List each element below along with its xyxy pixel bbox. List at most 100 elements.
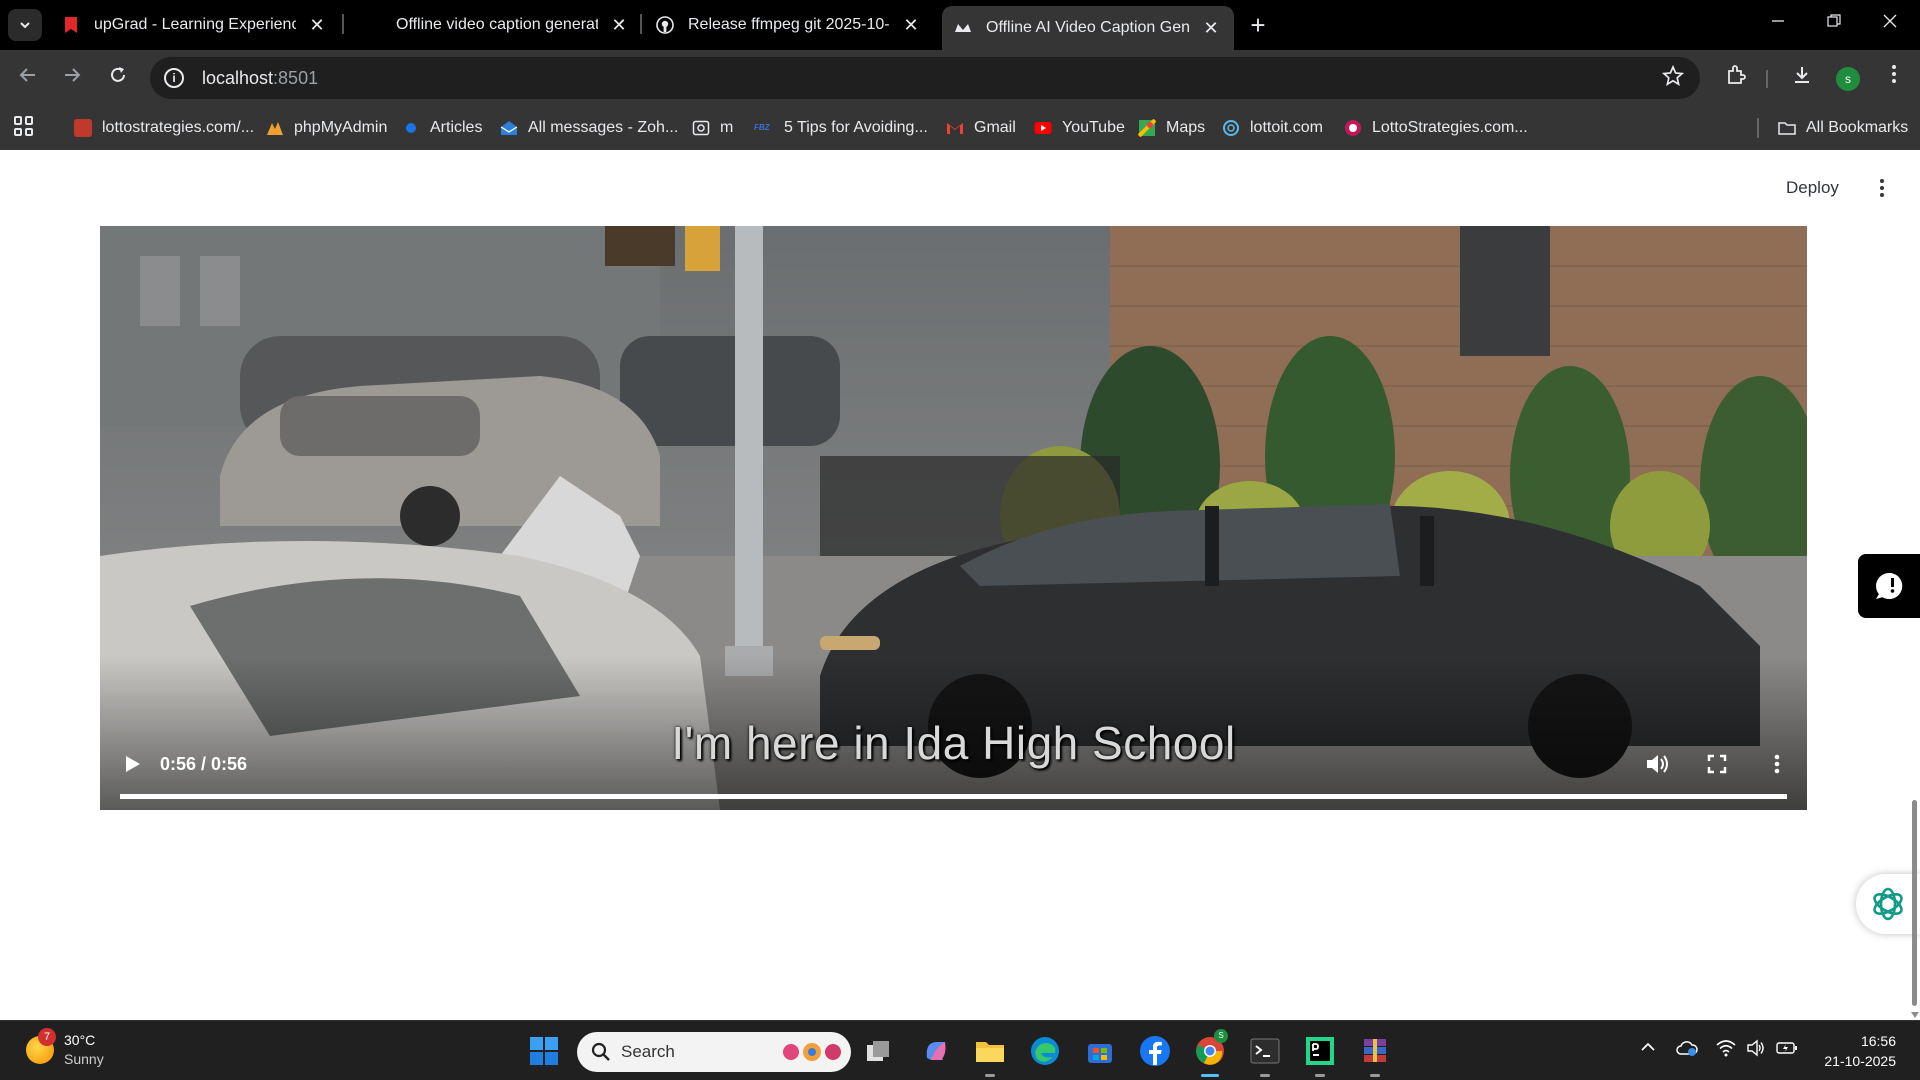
bookmark-star-icon[interactable]	[1661, 64, 1685, 93]
bookmark-label: All messages - Zoh...	[528, 119, 679, 136]
bookmark-m[interactable]: m	[692, 117, 733, 139]
bookmark-phpmyadmin[interactable]: phpMyAdmin	[266, 117, 387, 139]
blank-icon	[364, 16, 382, 34]
tab-upgrad[interactable]: upGrad - Learning Experience P ✕	[50, 6, 340, 44]
volume-tray-icon[interactable]	[1746, 1039, 1766, 1062]
close-tab-icon[interactable]: ✕	[306, 15, 328, 36]
bookmark-label: Articles	[430, 119, 483, 136]
windows-start-button[interactable]	[526, 1033, 562, 1069]
weather-temperature: 30°C	[64, 1032, 96, 1048]
scrollbar-thumb[interactable]	[1912, 800, 1917, 1006]
facebook-icon[interactable]	[1137, 1033, 1173, 1069]
back-button[interactable]	[14, 64, 42, 92]
app-menu-icon[interactable]	[1872, 176, 1892, 200]
system-clock[interactable]: 16:56 21-10-2025	[1824, 1031, 1896, 1071]
deploy-button[interactable]: Deploy	[1786, 178, 1839, 198]
tab-offline-caption[interactable]: Offline video caption generator ✕	[352, 6, 642, 44]
bookmark-label: LottoStrategies.com...	[1372, 119, 1528, 136]
page-scrollbar[interactable]	[1910, 150, 1920, 1020]
video-caption: I'm here in Ida High School	[671, 717, 1236, 769]
file-explorer-icon[interactable]	[972, 1033, 1008, 1077]
fbz-icon: FBZ	[754, 123, 770, 132]
running-indicator	[1260, 1074, 1270, 1077]
close-tab-icon[interactable]: ✕	[900, 15, 922, 36]
bookmark-label: Gmail	[974, 119, 1016, 136]
search-icon	[591, 1042, 610, 1061]
video-progress-fill	[120, 794, 1787, 799]
video-time: 0:56 / 0:56	[160, 754, 248, 774]
minimize-icon[interactable]	[1758, 12, 1798, 33]
running-indicator	[1315, 1074, 1325, 1077]
show-hidden-icons-chevron-icon[interactable]	[1640, 1039, 1656, 1060]
bookmark-label: lottostrategies.com/...	[102, 119, 255, 136]
terminal-icon[interactable]	[1247, 1033, 1283, 1077]
bookmark-gmail[interactable]: Gmail	[946, 117, 1016, 139]
upgrad-icon	[65, 17, 77, 33]
onedrive-sync-icon[interactable]	[1676, 1039, 1698, 1062]
chrome-icon[interactable]: S	[1192, 1029, 1228, 1077]
close-tab-icon[interactable]: ✕	[608, 15, 630, 36]
site-info-icon[interactable]: i	[164, 68, 184, 88]
video-progress-bar[interactable]	[120, 794, 1787, 799]
streamlit-page: Deploy I'm here in Ida High School 0:56 …	[0, 150, 1920, 1020]
url-text[interactable]: localhost:8501	[202, 68, 318, 89]
wifi-icon[interactable]	[1716, 1039, 1736, 1062]
bookmark-label: Maps	[1166, 119, 1206, 136]
browser-menu-icon[interactable]	[1880, 64, 1908, 92]
pycharm-icon[interactable]	[1302, 1033, 1338, 1077]
fullscreen-icon[interactable]	[1703, 750, 1731, 778]
folder-icon	[1778, 122, 1796, 135]
lottoit-icon	[1223, 120, 1239, 136]
browser-toolbar: i localhost:8501 s	[0, 50, 1920, 106]
extensions-icon[interactable]	[1722, 64, 1750, 92]
tab-offline-ai-caption[interactable]: Offline AI Video Caption Genera ✕	[942, 6, 1234, 50]
url-port: :8501	[273, 67, 319, 88]
new-tab-button[interactable]: +	[1244, 10, 1272, 40]
battery-icon[interactable]	[1776, 1039, 1798, 1062]
maps-icon	[1138, 119, 1156, 137]
bookmark-5-tips[interactable]: FBZ 5 Tips for Avoiding...	[754, 117, 928, 139]
lottostrategies-icon	[74, 119, 92, 137]
bookmark-maps[interactable]: Maps	[1138, 117, 1205, 139]
taskbar-search[interactable]: Search	[577, 1032, 851, 1072]
forward-button[interactable]	[58, 64, 86, 92]
weather-widget[interactable]: 7 30°C Sunny	[26, 1028, 104, 1069]
play-icon[interactable]	[120, 752, 144, 776]
sunny-weather-icon: 7	[26, 1028, 56, 1064]
screen-capture-icon	[692, 120, 710, 136]
reload-button[interactable]	[104, 64, 132, 92]
restore-icon[interactable]	[1814, 12, 1854, 33]
toolbar-divider	[1766, 70, 1768, 88]
active-app-indicator	[1201, 1074, 1219, 1077]
bookmark-label: All Bookmarks	[1806, 119, 1909, 136]
close-window-icon[interactable]	[1870, 12, 1910, 33]
volume-icon[interactable]	[1643, 750, 1671, 778]
winrar-icon[interactable]	[1357, 1033, 1393, 1077]
tab-search-button[interactable]	[8, 9, 42, 41]
bookmark-youtube[interactable]: YouTube	[1034, 117, 1125, 139]
edge-icon[interactable]	[1027, 1033, 1063, 1069]
bookmark-lottostrategies[interactable]: lottostrategies.com/...	[74, 117, 254, 139]
close-tab-icon[interactable]: ✕	[1200, 18, 1222, 39]
bookmark-lottoit[interactable]: lottoit.com	[1222, 117, 1323, 139]
scroll-down-arrow-icon[interactable]	[1911, 1012, 1919, 1018]
bookmark-lottostrategies-2[interactable]: LottoStrategies.com...	[1344, 117, 1528, 139]
video-player[interactable]: I'm here in Ida High School 0:56 / 0:56	[100, 226, 1807, 810]
copilot-icon[interactable]	[918, 1033, 954, 1069]
url-host: localhost	[202, 67, 274, 88]
downloads-icon[interactable]	[1788, 64, 1816, 92]
address-bar[interactable]: i localhost:8501	[150, 57, 1700, 99]
tab-title: Offline video caption generator	[396, 16, 598, 33]
microsoft-store-icon[interactable]	[1082, 1033, 1118, 1069]
task-view-icon[interactable]	[860, 1033, 896, 1069]
tab-ffmpeg-release[interactable]: Release ffmpeg git 2025-10-19 ✕	[644, 6, 934, 44]
profile-avatar[interactable]: s	[1836, 67, 1860, 91]
bookmark-zoho-messages[interactable]: All messages - Zoh...	[500, 117, 678, 139]
all-bookmarks-button[interactable]: All Bookmarks	[1778, 117, 1908, 139]
video-more-icon[interactable]	[1763, 750, 1791, 778]
bookmarks-divider	[1757, 118, 1759, 138]
bookmark-articles[interactable]: Articles	[406, 117, 482, 139]
reload-icon	[111, 67, 125, 82]
tab-divider	[342, 14, 344, 34]
apps-grid-icon[interactable]	[14, 116, 34, 136]
